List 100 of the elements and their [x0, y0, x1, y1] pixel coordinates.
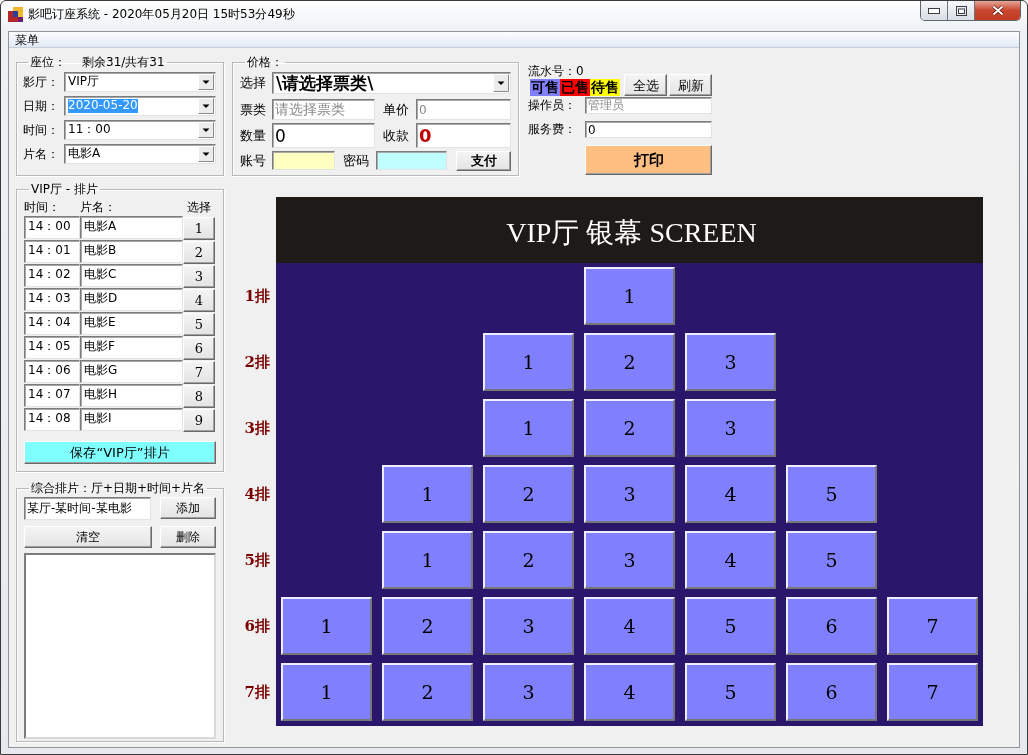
- select-button[interactable]: 9: [183, 409, 215, 432]
- close-button[interactable]: [975, 1, 1020, 20]
- row-label: 5排: [243, 550, 271, 571]
- seat-button[interactable]: 1: [382, 531, 473, 589]
- field-label: 单价: [383, 101, 410, 118]
- clear-button[interactable]: 清空: [24, 526, 152, 548]
- time-field[interactable]: 14：07: [24, 384, 80, 407]
- dropdown-field[interactable]: \请选择票类\: [272, 72, 511, 94]
- dropdown-field[interactable]: VIP厅: [64, 72, 216, 92]
- seat-button[interactable]: 4: [685, 465, 776, 523]
- field-label: 服务费：: [528, 122, 577, 137]
- seat-button[interactable]: 3: [685, 399, 776, 457]
- status-legend-label: 待售: [590, 79, 620, 96]
- input-field[interactable]: 某厅-某时间-某电影: [24, 497, 151, 520]
- menu-item[interactable]: 菜单: [15, 32, 39, 47]
- time-field[interactable]: 14：02: [24, 264, 80, 287]
- row-label: 1排: [243, 286, 271, 307]
- seat-button[interactable]: 1: [483, 399, 574, 457]
- movie-field[interactable]: 电影D: [80, 288, 183, 311]
- seat-button[interactable]: 4: [584, 597, 675, 655]
- seat-button[interactable]: 1: [382, 465, 473, 523]
- select-button[interactable]: 5: [183, 313, 215, 336]
- seat-button[interactable]: 3: [483, 597, 574, 655]
- column-header: 时间：: [24, 199, 61, 214]
- status-legend-label: 已售: [560, 79, 590, 96]
- select-button[interactable]: 3: [183, 265, 215, 288]
- seat-button[interactable]: 5: [685, 663, 776, 721]
- seat-button[interactable]: 2: [382, 597, 473, 655]
- movie-field[interactable]: 电影C: [80, 264, 183, 287]
- field-label: 日期：: [23, 98, 60, 114]
- select-button[interactable]: 4: [183, 289, 215, 312]
- minimize-icon: [928, 7, 940, 14]
- movie-field[interactable]: 电影E: [80, 312, 183, 335]
- select-all-button[interactable]: 全选: [624, 74, 667, 96]
- field-label: 片名：: [23, 146, 60, 162]
- input-field[interactable]: 0: [416, 123, 511, 148]
- seat-count-text: 剩余31/共有31: [82, 55, 165, 69]
- seat-button[interactable]: 2: [584, 333, 675, 391]
- movie-field[interactable]: 电影G: [80, 360, 183, 383]
- seat-button[interactable]: 7: [887, 663, 978, 721]
- time-field[interactable]: 14：03: [24, 288, 80, 311]
- movie-field[interactable]: 电影I: [80, 408, 183, 431]
- seat-button[interactable]: 2: [483, 531, 574, 589]
- minimize-button[interactable]: [921, 1, 948, 20]
- add-button[interactable]: 添加: [160, 497, 216, 519]
- seat-button[interactable]: 3: [584, 531, 675, 589]
- row-label: 2排: [243, 352, 271, 373]
- input-field[interactable]: 0: [585, 121, 712, 138]
- maximize-button[interactable]: [948, 1, 975, 20]
- group-title: 综合排片：厅+日期+时间+片名: [31, 481, 206, 495]
- app-icon: [8, 7, 23, 22]
- input-field[interactable]: [272, 151, 335, 170]
- time-field[interactable]: 14：01: [24, 240, 80, 263]
- caret-icon: [198, 98, 214, 114]
- time-field[interactable]: 14：06: [24, 360, 80, 383]
- field-label: 密码: [343, 152, 370, 169]
- seat-button[interactable]: 3: [483, 663, 574, 721]
- dropdown-field[interactable]: 电影A: [64, 144, 216, 164]
- select-button[interactable]: 8: [183, 385, 215, 408]
- input-field[interactable]: [376, 151, 447, 170]
- select-button[interactable]: 1: [183, 217, 215, 240]
- movie-field[interactable]: 电影F: [80, 336, 183, 359]
- seat-button[interactable]: 4: [584, 663, 675, 721]
- select-button[interactable]: 2: [183, 241, 215, 264]
- seat-button[interactable]: 1: [584, 267, 675, 325]
- field-label: 时间：: [23, 122, 60, 138]
- seat-button[interactable]: 5: [685, 597, 776, 655]
- list-box[interactable]: [24, 553, 216, 739]
- select-button[interactable]: 7: [183, 361, 215, 384]
- print-button[interactable]: 打印: [585, 145, 712, 175]
- seat-button[interactable]: 7: [887, 597, 978, 655]
- seat-button[interactable]: 2: [382, 663, 473, 721]
- movie-field[interactable]: 电影A: [80, 216, 183, 239]
- row-label: 4排: [243, 484, 271, 505]
- time-field[interactable]: 14：08: [24, 408, 80, 431]
- pay-button[interactable]: 支付: [456, 150, 511, 171]
- seat-button[interactable]: 4: [685, 531, 776, 589]
- delete-button[interactable]: 删除: [160, 526, 216, 548]
- save-button[interactable]: 保存“VIP厅”排片: [24, 441, 216, 464]
- seat-button[interactable]: 5: [786, 465, 877, 523]
- seat-button[interactable]: 5: [786, 531, 877, 589]
- seat-button[interactable]: 1: [281, 597, 372, 655]
- input-field[interactable]: 0: [272, 123, 375, 148]
- select-button[interactable]: 6: [183, 337, 215, 360]
- movie-field[interactable]: 电影B: [80, 240, 183, 263]
- seat-button[interactable]: 6: [786, 597, 877, 655]
- dropdown-field[interactable]: 11：00: [64, 120, 216, 140]
- seat-button[interactable]: 1: [483, 333, 574, 391]
- seat-button[interactable]: 2: [483, 465, 574, 523]
- seat-button[interactable]: 1: [281, 663, 372, 721]
- seat-button[interactable]: 2: [584, 399, 675, 457]
- seat-button[interactable]: 3: [685, 333, 776, 391]
- movie-field[interactable]: 电影H: [80, 384, 183, 407]
- time-field[interactable]: 14：00: [24, 216, 80, 239]
- time-field[interactable]: 14：05: [24, 336, 80, 359]
- maximize-icon: [955, 5, 967, 16]
- seat-button[interactable]: 3: [584, 465, 675, 523]
- seat-button[interactable]: 6: [786, 663, 877, 721]
- refresh-button[interactable]: 刷新: [669, 74, 712, 96]
- time-field[interactable]: 14：04: [24, 312, 80, 335]
